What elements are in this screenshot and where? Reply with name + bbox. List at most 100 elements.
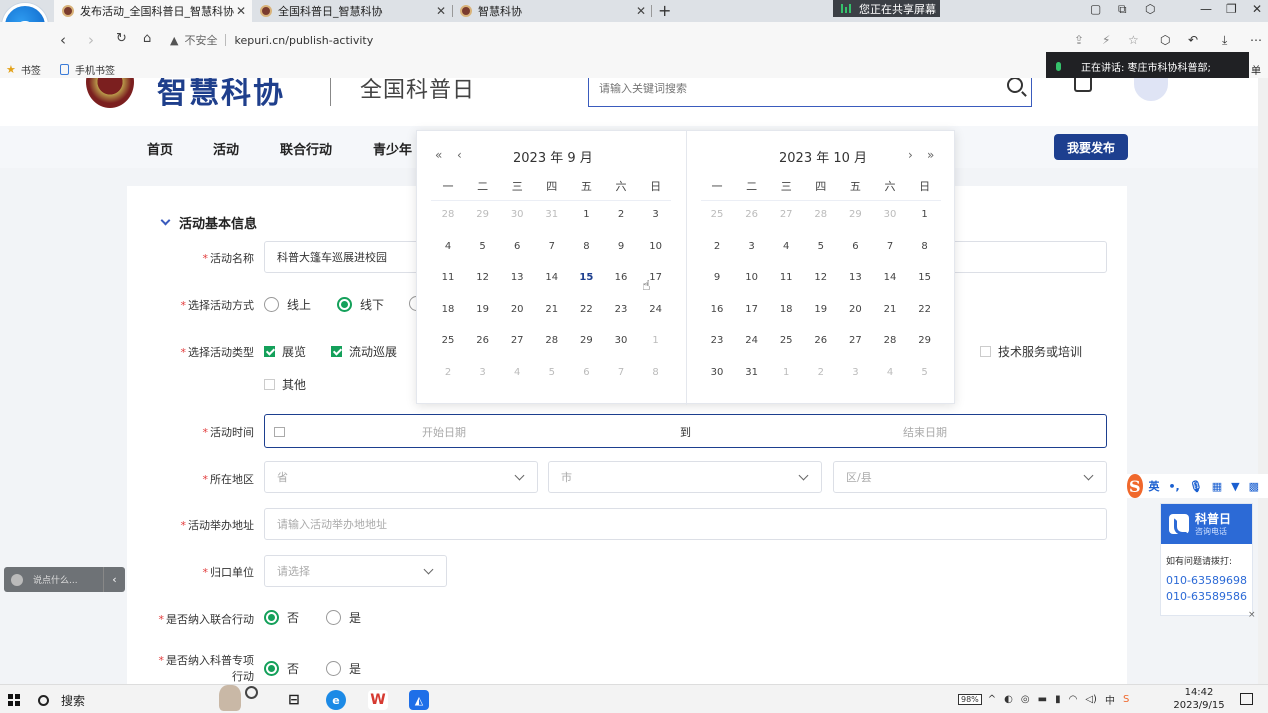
calendar-day[interactable]: 12 [807,272,835,283]
sogou-logo-icon[interactable]: S [1127,474,1143,498]
extension-icon[interactable]: ⬡ [1160,33,1170,47]
calendar-day[interactable]: 20 [841,304,869,315]
calendar-day[interactable]: 10 [642,241,670,252]
chat-input-bubble[interactable]: 说点什么... ‹ [4,567,125,592]
calendar-day[interactable]: 31 [738,367,766,378]
calendar-day[interactable]: 13 [841,272,869,283]
keyboard-tray-icon[interactable]: ▬ [1038,694,1047,705]
calendar-day[interactable]: 21 [538,304,566,315]
punctuation-icon[interactable]: •, [1169,480,1180,493]
special-action-no-radio[interactable]: 否 [264,660,299,677]
security-label[interactable]: 不安全 [184,32,217,48]
page-scrollbar[interactable] [1258,78,1268,684]
calendar-day[interactable]: 29 [469,209,497,220]
mode-online-radio[interactable]: 线上 [264,296,311,313]
calendar-day[interactable]: 26 [738,209,766,220]
battery-indicator[interactable]: 98% [958,694,982,705]
calendar-day[interactable]: 2 [807,367,835,378]
calendar-day[interactable]: 29 [841,209,869,220]
calendar-day[interactable]: 11 [434,272,462,283]
calendar-day[interactable]: 28 [807,209,835,220]
calendar-day[interactable]: 24 [738,335,766,346]
nav-youth[interactable]: 青少年 [373,139,412,158]
site-name[interactable]: 智慧科协 [157,78,285,112]
calendar-day[interactable]: 3 [642,209,670,220]
edge-browser-icon[interactable]: e [326,690,346,710]
calendar-day[interactable]: 8 [572,241,600,252]
calendar-day[interactable]: 28 [434,209,462,220]
site-search-box[interactable] [588,78,1032,107]
undo-icon[interactable]: ↶ [1188,33,1198,47]
date-range-picker[interactable]: 开始日期 到 结束日期 [264,414,1107,448]
calendar-day[interactable]: 3 [738,241,766,252]
close-window-icon[interactable]: ✕ [1252,2,1262,16]
lightning-icon[interactable]: ⚡ [1102,33,1110,47]
calendar-day[interactable]: 12 [469,272,497,283]
joint-action-no-radio[interactable]: 否 [264,609,299,626]
calendar-day[interactable]: 1 [572,209,600,220]
calendar-day[interactable]: 29 [911,335,939,346]
ime-toolbar[interactable]: S 英 •, 🎙 ▦ ▼ ▩ [1127,474,1268,498]
minimize-icon[interactable]: — [1200,2,1212,16]
calendar-day[interactable]: 6 [841,241,869,252]
calendar-day[interactable]: 6 [503,241,531,252]
more-menu-icon[interactable]: ⋯ [1250,33,1262,47]
calendar-day[interactable]: 30 [876,209,904,220]
district-select[interactable]: 区/县 [833,461,1107,493]
mode-offline-radio[interactable]: 线下 [337,296,384,313]
calendar-day[interactable]: 5 [911,367,939,378]
city-select[interactable]: 市 [548,461,822,493]
site-emblem-logo[interactable] [86,78,134,108]
microphone-icon[interactable]: 🎙 [1189,480,1203,493]
tab-national-science-day[interactable]: 全国科普日_智慧科协 ✕ [252,0,452,22]
reload-icon[interactable]: ↻ [116,31,127,46]
settings-tray-icon[interactable]: ◎ [1021,694,1030,705]
type-tech-service-checkbox[interactable]: 技术服务或培训 [980,343,1082,360]
calendar-day[interactable]: 31 [538,209,566,220]
calendar-day[interactable]: 18 [434,304,462,315]
calendar-day[interactable]: 11 [772,272,800,283]
tab-publish-activity[interactable]: 发布活动_全国科普日_智慧科协 ✕ [54,0,252,22]
end-date-input[interactable]: 结束日期 [903,424,947,440]
calendar-day[interactable]: 19 [469,304,497,315]
bell-icon[interactable] [1074,78,1092,92]
bookmark-mobile[interactable]: 手机书签 [60,62,115,77]
avatar[interactable] [1134,78,1168,101]
favorite-star-icon[interactable]: ☆ [1128,33,1139,47]
calendar-day[interactable]: 10 [738,272,766,283]
sidebar-icon[interactable]: ⧉ [1118,2,1127,17]
close-icon[interactable]: ✕ [236,4,246,18]
calendar-day[interactable]: 14 [876,272,904,283]
wifi-icon[interactable]: ◠ [1069,694,1078,705]
calendar-day[interactable]: 25 [703,209,731,220]
joint-action-yes-radio[interactable]: 是 [326,609,361,626]
prev-month-icon[interactable]: ‹ [457,148,462,162]
calendar-day[interactable]: 3 [841,367,869,378]
calendar-day[interactable]: 13 [503,272,531,283]
nav-joint-action[interactable]: 联合行动 [280,139,332,158]
ime-language-toggle[interactable]: 英 [1149,478,1160,494]
prev-year-icon[interactable]: « [435,148,442,162]
calendar-day[interactable]: 6 [572,367,600,378]
calendar-day[interactable]: 4 [772,241,800,252]
calendar-day[interactable]: 1 [772,367,800,378]
calendar-day[interactable]: 27 [503,335,531,346]
calendar-day[interactable]: 1 [911,209,939,220]
extensions-icon[interactable]: ⬡ [1145,2,1155,16]
skin-icon[interactable]: ▼ [1231,480,1239,493]
calendar-day[interactable]: 23 [607,304,635,315]
search-icon[interactable] [1007,78,1023,93]
bookmark-folder[interactable]: ★ 书签 [6,62,41,77]
sogou-tray-icon[interactable]: S [1123,694,1129,705]
calendar-day[interactable]: 7 [876,241,904,252]
province-select[interactable]: 省 [264,461,538,493]
maximize-icon[interactable]: ❐ [1226,2,1237,16]
notification-icon[interactable] [1240,693,1253,705]
calendar-day[interactable]: 26 [807,335,835,346]
calendar-day[interactable]: 16 [607,272,635,283]
close-icon[interactable]: × [1248,610,1256,620]
section-header[interactable]: 活动基本信息 [160,213,257,232]
calendar-day[interactable]: 2 [434,367,462,378]
url-text[interactable]: kepuri.cn/publish-activity [234,34,373,47]
forward-icon[interactable]: › [88,31,94,49]
